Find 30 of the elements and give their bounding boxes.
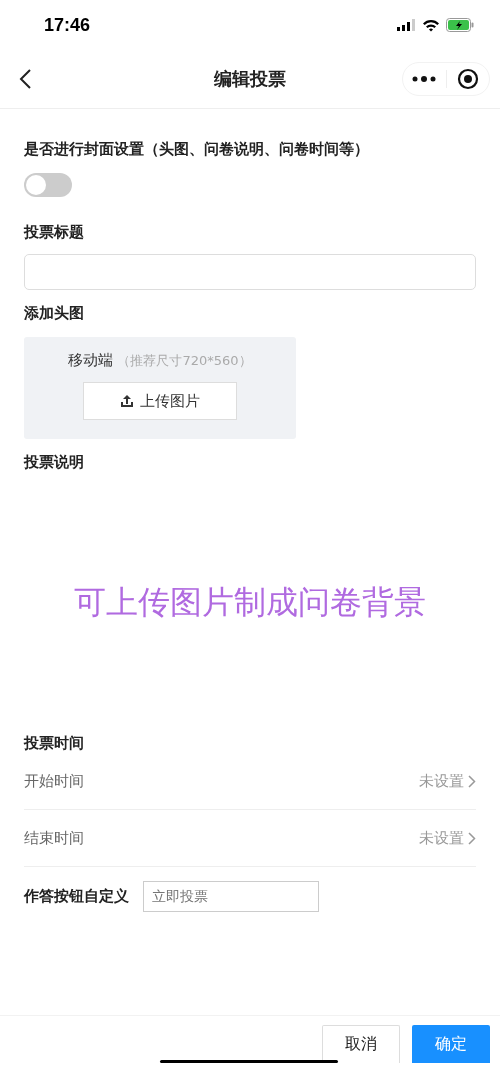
size-hint: （推荐尺寸720*560）	[117, 352, 252, 370]
toggle-switch[interactable]	[24, 173, 72, 197]
field-label: 添加头图	[24, 304, 85, 323]
confirm-button[interactable]: 确定	[412, 1025, 490, 1063]
field-label: 是否进行封面设置（头图、问卷说明、问卷时间等）	[24, 140, 370, 159]
chevron-right-icon	[468, 831, 476, 845]
field-label: 投票时间	[24, 734, 85, 753]
upload-button[interactable]: 上传图片	[83, 382, 237, 420]
platform-label: 移动端	[68, 351, 114, 370]
time-picker[interactable]: 未设置	[419, 828, 476, 848]
input-field[interactable]: 立即投票	[143, 880, 319, 912]
row-label: 结束时间	[24, 828, 84, 848]
field-label: 投票说明	[24, 453, 85, 472]
annotation-text: 可上传图片制成问卷背景	[74, 582, 426, 623]
time-picker[interactable]: 未设置	[419, 771, 476, 791]
back-icon[interactable]	[18, 68, 32, 90]
field-label: 作答按钮自定义	[24, 886, 129, 906]
signal-icon	[397, 19, 416, 31]
row-label: 开始时间	[24, 771, 84, 791]
close-icon[interactable]	[456, 68, 479, 90]
field-label: 投票标题	[24, 223, 85, 242]
input-field[interactable]	[24, 254, 476, 290]
chevron-right-icon	[468, 774, 476, 788]
cancel-button[interactable]: 取消	[322, 1025, 400, 1063]
upload-icon	[120, 394, 134, 408]
battery-icon	[446, 18, 474, 32]
more-icon[interactable]	[412, 76, 437, 82]
page-title: 编辑投票	[214, 68, 286, 89]
wifi-icon	[422, 18, 440, 32]
status-time: 17:46	[44, 14, 91, 36]
